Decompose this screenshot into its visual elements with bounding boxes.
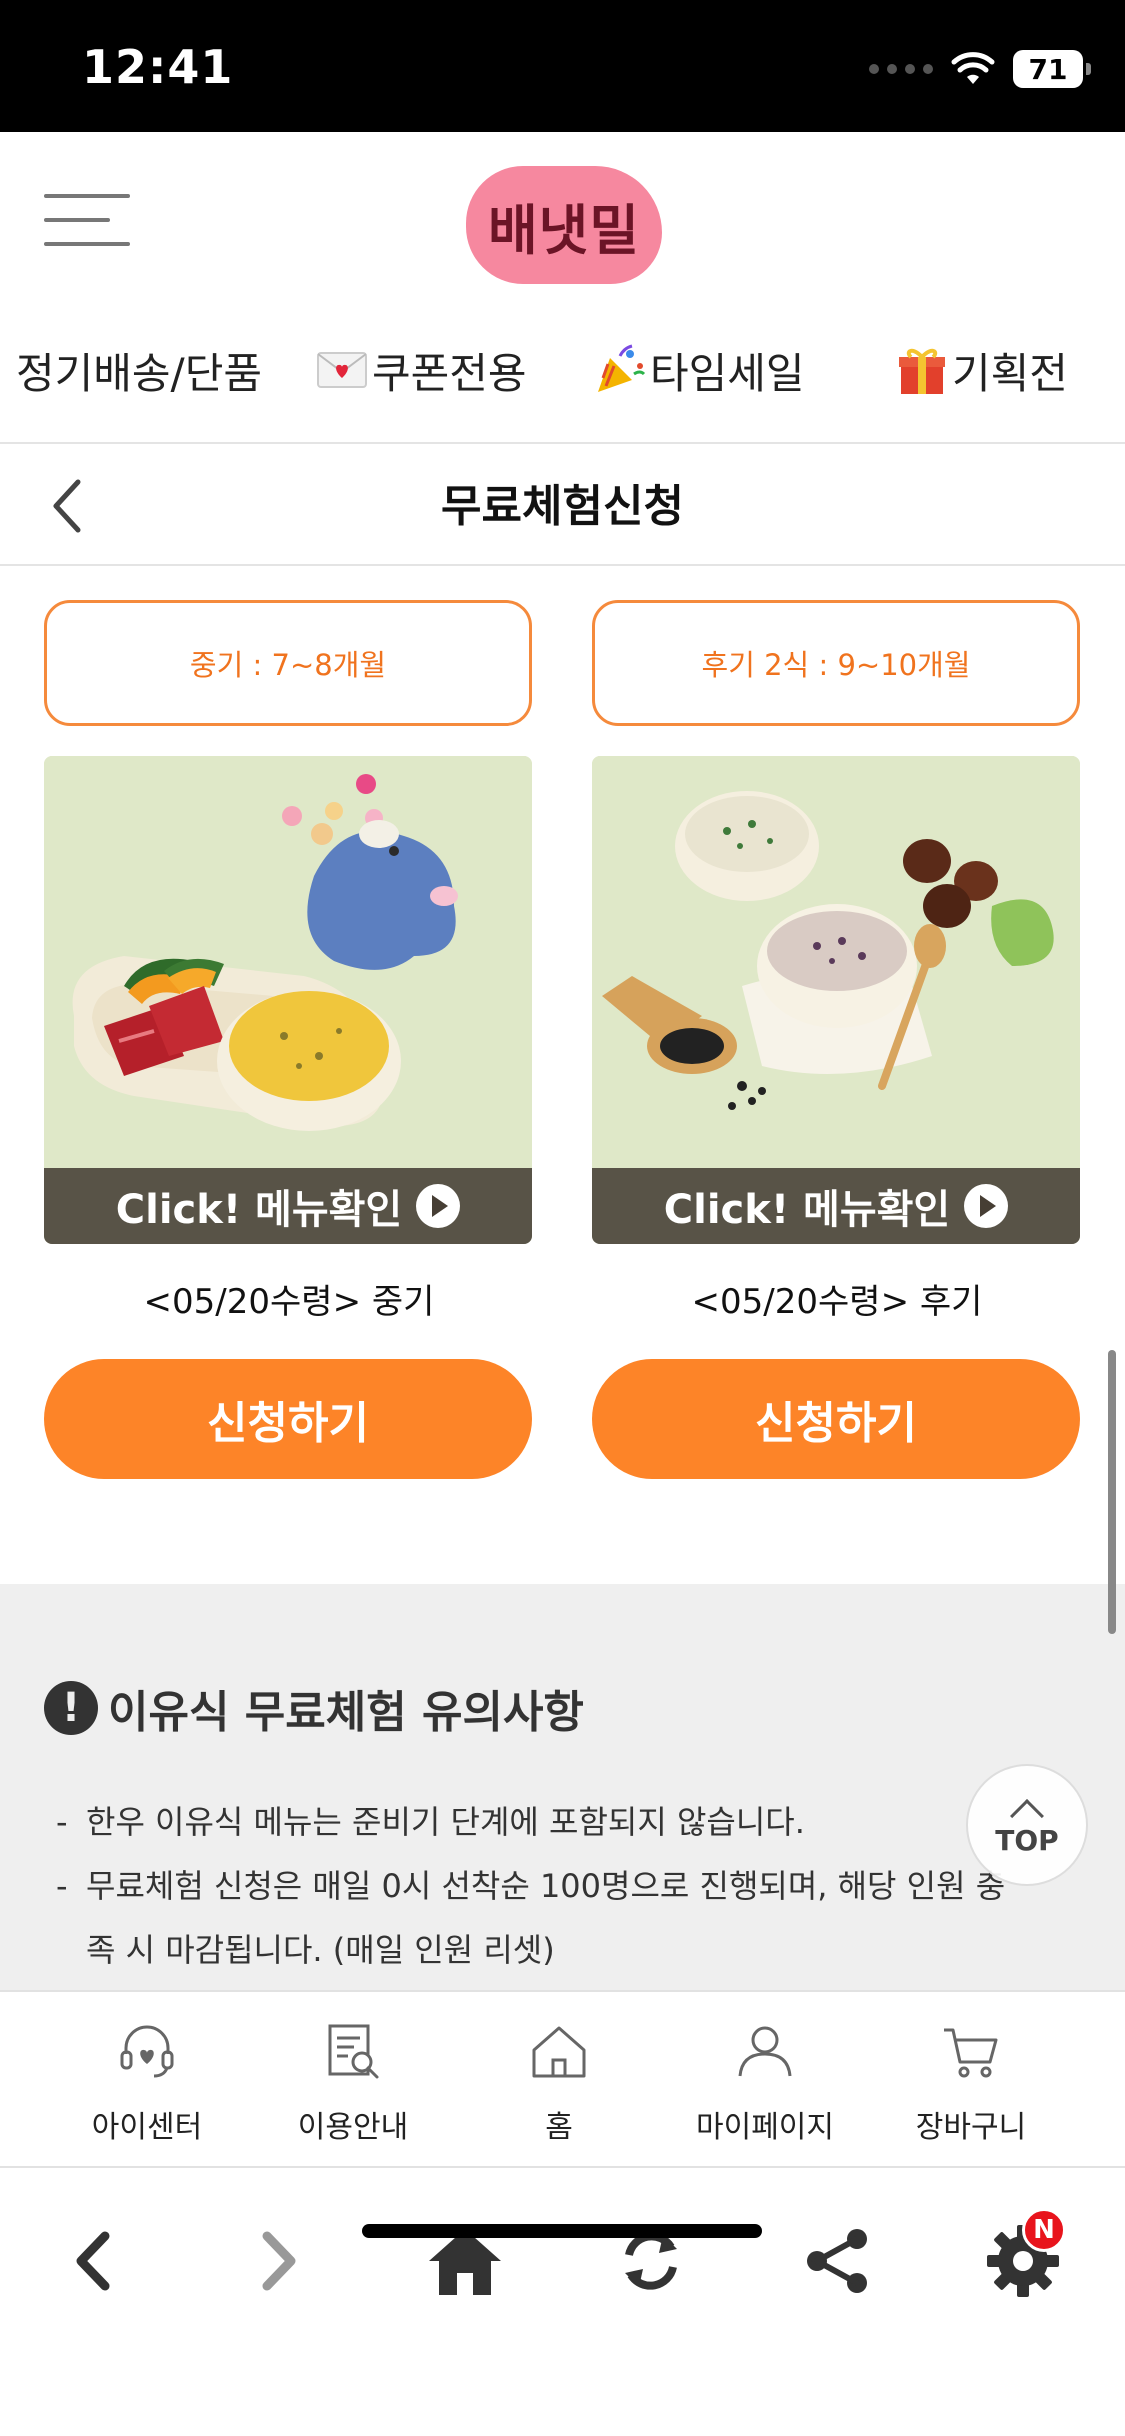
love-letter-icon [316, 344, 368, 396]
category-label: 쿠폰전용 [372, 348, 527, 398]
notice-title: 이유식 무료체험 유의사항 [108, 1687, 584, 1738]
browser-toolbar: N [0, 2168, 1125, 2436]
nav-item-home[interactable]: 홈 [456, 1992, 662, 2168]
app-screen: 12:41 71 배냇밀 정기배송/단품 쿠폰전용 타임세일 기획전 무료체험신… [0, 0, 1125, 2436]
category-label: 기획전 [952, 348, 1068, 398]
notice-heading: ! 이유식 무료체험 유의사항 [44, 1676, 584, 1740]
chevron-right-icon [262, 2231, 296, 2291]
site-logo[interactable]: 배냇밀 [466, 166, 662, 284]
apply-button[interactable]: 신청하기 [592, 1359, 1080, 1479]
document-search-icon [328, 2024, 379, 2079]
person-icon [738, 2026, 792, 2077]
apply-button[interactable]: 신청하기 [44, 1359, 532, 1479]
browser-share-button[interactable] [792, 2216, 882, 2306]
nav-label: 홈 [545, 2110, 573, 2145]
wifi-icon [951, 52, 995, 84]
status-time: 12:41 [82, 40, 234, 94]
nav-label: 마이페이지 [696, 2110, 834, 2145]
scrollbar[interactable] [1108, 1350, 1116, 1634]
banner-label: Click! 메뉴확인 [115, 1187, 403, 1233]
battery-icon: 71 [1013, 50, 1091, 88]
category-label: 정기배송/단품 [16, 348, 262, 398]
divider [0, 564, 1125, 566]
category-item-special[interactable]: 기획전 [896, 330, 1068, 410]
category-label: 타임세일 [650, 348, 805, 398]
browser-forward-button[interactable] [234, 2216, 324, 2306]
product-image[interactable]: Click! 메뉴확인 [44, 756, 532, 1244]
product-image[interactable]: Click! 메뉴확인 [592, 756, 1080, 1244]
category-nav: 정기배송/단품 쿠폰전용 타임세일 기획전 [0, 330, 1125, 410]
home-indicator [362, 2224, 762, 2238]
category-item-subscription[interactable]: 정기배송/단품 [16, 330, 262, 410]
product-name[interactable]: <05/20수령> 중기 [44, 1274, 534, 1323]
nav-label: 이용안내 [297, 2110, 409, 2145]
alert-icon: ! [44, 1681, 98, 1735]
chevron-left-icon [76, 2231, 110, 2291]
menu-icon[interactable] [44, 192, 130, 248]
headset-heart-icon [120, 2025, 174, 2078]
notification-badge: N [1022, 2208, 1066, 2252]
home-outline-icon [532, 2026, 586, 2078]
party-popper-icon [594, 344, 646, 396]
logo-text: 배냇밀 [487, 198, 641, 262]
site-bottom-nav: 아이센터 이용안내 홈 마이페이지 장바구니 [0, 1990, 1125, 2168]
stage-label: 후기 2식 : 9~10개월 [592, 600, 1080, 726]
notice-list: 한우 이유식 메뉴는 준비기 단계에 포함되지 않습니다. 무료체험 신청은 매… [56, 1790, 1016, 1982]
page-title: 무료체험신청 [441, 481, 684, 532]
play-icon [964, 1184, 1009, 1228]
notice-item: 무료체험 신청은 매일 0시 선착순 100명으로 진행되며, 해당 인원 충족… [56, 1854, 1016, 1982]
product-name[interactable]: <05/20수령> 후기 [592, 1274, 1082, 1323]
notice-item: 한우 이유식 메뉴는 준비기 단계에 포함되지 않습니다. [56, 1790, 1016, 1854]
nav-label: 아이센터 [91, 2110, 203, 2145]
nav-item-help-center[interactable]: 아이센터 [44, 1992, 250, 2168]
nav-item-guide[interactable]: 이용안내 [250, 1992, 456, 2168]
page-title-bar: 무료체험신청 [0, 444, 1125, 564]
browser-settings-button[interactable]: N [978, 2208, 1068, 2306]
cart-icon [944, 2028, 998, 2078]
category-item-coupon[interactable]: 쿠폰전용 [316, 330, 527, 410]
cellular-signal-icon [869, 64, 933, 74]
product-card-late: 후기 2식 : 9~10개월 Click! 메뉴확인 <05/20수령> 후기 … [592, 600, 1082, 1479]
site-header: 배냇밀 [0, 132, 1125, 302]
banner-label: Click! 메뉴확인 [663, 1187, 951, 1233]
gift-icon [896, 344, 948, 396]
play-icon [416, 1184, 461, 1228]
status-indicators: 71 [869, 44, 1091, 94]
scroll-to-top-button[interactable]: TOP [966, 1764, 1088, 1886]
menu-check-banner[interactable]: Click! 메뉴확인 [44, 1168, 532, 1244]
notice-section: ! 이유식 무료체험 유의사항 한우 이유식 메뉴는 준비기 단계에 포함되지 … [0, 1584, 1125, 1994]
nav-label: 장바구니 [915, 2110, 1027, 2145]
nav-item-cart[interactable]: 장바구니 [868, 1992, 1074, 2168]
category-item-timesale[interactable]: 타임세일 [594, 330, 805, 410]
stage-label: 중기 : 7~8개월 [44, 600, 532, 726]
status-bar: 12:41 71 [0, 0, 1125, 132]
menu-check-banner[interactable]: Click! 메뉴확인 [592, 1168, 1080, 1244]
share-icon [807, 2229, 867, 2293]
browser-back-button[interactable] [48, 2216, 138, 2306]
product-card-mid: 중기 : 7~8개월 Click! 메뉴확인 <05/20수령> 중기 신청하기 [44, 600, 534, 1479]
nav-item-mypage[interactable]: 마이페이지 [662, 1992, 868, 2168]
